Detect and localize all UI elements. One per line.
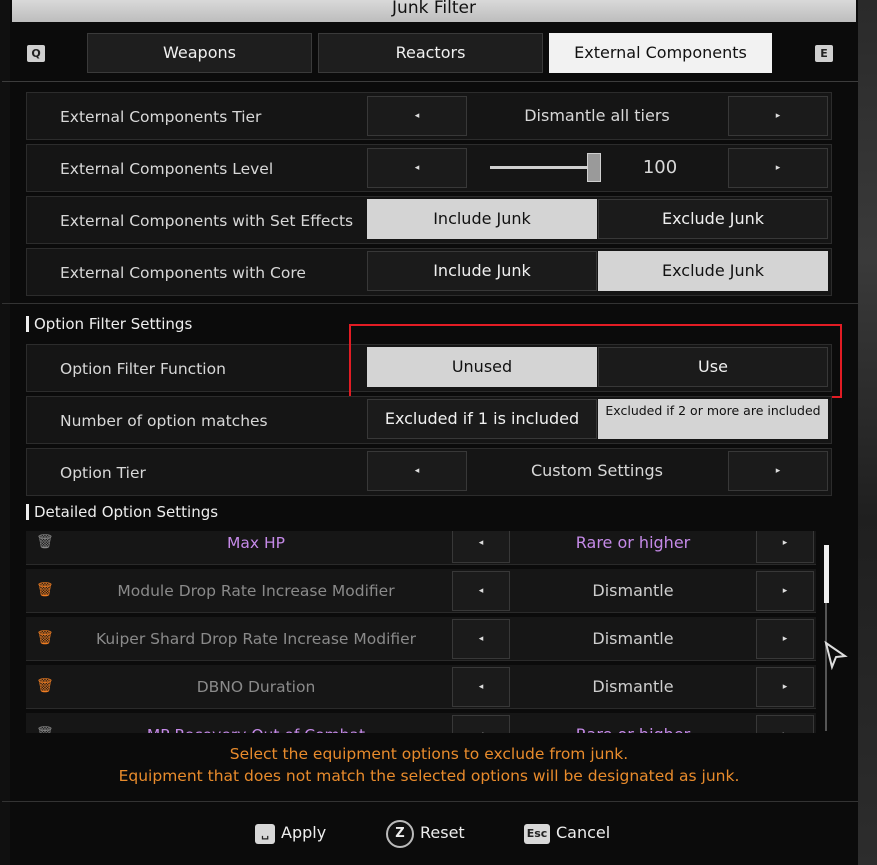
option-next-button[interactable]: ▸ — [756, 667, 814, 707]
arrow-right-icon: ▸ — [775, 163, 781, 173]
tab-reactors[interactable]: Reactors — [318, 33, 543, 73]
option-value: Rare or higher — [510, 713, 756, 733]
trash-disabled-icon[interactable]: 🗑 — [36, 725, 54, 733]
hint-line-1: Select the equipment options to exclude … — [229, 745, 629, 763]
tier-prev-button[interactable]: ◂ — [367, 96, 467, 136]
arrow-left-icon: ◂ — [414, 466, 420, 476]
trash-icon[interactable]: 🗑 — [36, 581, 54, 599]
background-left — [0, 0, 10, 865]
cancel-button[interactable]: Esc Cancel — [524, 818, 610, 848]
option-value: Dismantle — [592, 677, 674, 696]
level-label: External Components Level — [60, 160, 274, 178]
hint-line-2: Equipment that does not match the select… — [118, 767, 740, 785]
level-prev-button[interactable]: ◂ — [367, 148, 467, 188]
highlight-box — [349, 324, 842, 398]
option-value: Rare or higher — [575, 533, 691, 552]
tier-label: External Components Tier — [60, 108, 262, 126]
option-prev-button[interactable]: ◂ — [452, 531, 510, 563]
set-effects-exclude-button[interactable]: Exclude Junk — [598, 199, 828, 239]
option-value: Dismantle — [592, 629, 674, 648]
trash-disabled-icon[interactable]: 🗑 — [36, 533, 54, 551]
option-name: Max HP — [227, 534, 285, 552]
list-item[interactable]: 🗑 Max HP ◂ Rare or higher ▸ — [26, 531, 816, 565]
key-e-icon: E — [815, 45, 833, 62]
set-effects-include-button[interactable]: Include Junk — [367, 199, 597, 239]
trash-icon[interactable]: 🗑 — [36, 677, 54, 695]
option-prev-button[interactable]: ◂ — [452, 667, 510, 707]
tier-value: Dismantle all tiers — [524, 106, 670, 125]
tier-next-button[interactable]: ▸ — [728, 96, 828, 136]
core-label: External Components with Core — [60, 264, 306, 282]
detailed-section-title: Detailed Option Settings — [26, 504, 218, 520]
level-next-button[interactable]: ▸ — [728, 148, 828, 188]
option-filter-section-title: Option Filter Settings — [26, 316, 192, 332]
list-item[interactable]: 🗑 DBNO Duration ◂ Dismantle ▸ — [26, 665, 816, 709]
trash-icon[interactable]: 🗑 — [36, 629, 54, 647]
tab-external-components[interactable]: External Components — [549, 33, 772, 73]
key-q-icon: Q — [27, 45, 45, 62]
option-name: Module Drop Rate Increase Modifier — [117, 582, 395, 600]
option-tier-prev-button[interactable]: ◂ — [367, 451, 467, 491]
option-name: DBNO Duration — [196, 678, 316, 696]
section-divider — [2, 303, 858, 304]
reset-label: Reset — [420, 823, 465, 842]
arrow-right-icon: ▸ — [775, 111, 781, 121]
option-tier-next-button[interactable]: ▸ — [728, 451, 828, 491]
matches-one-button[interactable]: Excluded if 1 is included — [367, 399, 597, 439]
background-right — [858, 0, 877, 865]
option-prev-button[interactable]: ◂ — [452, 571, 510, 611]
set-effects-label: External Components with Set Effects — [60, 212, 354, 230]
arrow-left-icon: ◂ — [414, 111, 420, 121]
option-prev-button[interactable]: ◂ — [452, 715, 510, 733]
z-key-icon: Z — [386, 819, 414, 848]
option-next-button[interactable]: ▸ — [756, 571, 814, 611]
option-tier-value: Custom Settings — [530, 461, 663, 480]
option-prev-button[interactable]: ◂ — [452, 619, 510, 659]
level-slider-track[interactable] — [490, 166, 590, 169]
list-item[interactable]: 🗑 Kuiper Shard Drop Rate Increase Modifi… — [26, 617, 816, 661]
list-item[interactable]: 🗑 MP Recovery Out of Combat ◂ Rare or hi… — [26, 713, 816, 733]
arrow-right-icon: ▸ — [775, 466, 781, 476]
option-name: Kuiper Shard Drop Rate Increase Modifier — [95, 630, 417, 648]
esc-key-icon: Esc — [524, 823, 550, 844]
footer-divider — [2, 801, 858, 802]
detailed-option-list[interactable]: 🗑 Max HP ◂ Rare or higher ▸ 🗑 Module Dro… — [26, 531, 822, 733]
cancel-label: Cancel — [556, 823, 611, 842]
mouse-cursor-icon — [824, 640, 848, 670]
option-name: MP Recovery Out of Combat — [66, 713, 446, 733]
space-key-icon: ␣ — [255, 823, 275, 844]
option-next-button[interactable]: ▸ — [756, 619, 814, 659]
option-function-label: Option Filter Function — [60, 360, 226, 378]
scrollbar-thumb[interactable] — [824, 545, 829, 603]
option-next-button[interactable]: ▸ — [756, 715, 814, 733]
core-exclude-button[interactable]: Exclude Junk — [598, 251, 828, 291]
apply-label: Apply — [281, 823, 327, 842]
level-slider-handle[interactable] — [587, 153, 601, 182]
arrow-left-icon: ◂ — [414, 163, 420, 173]
matches-two-button[interactable]: Excluded if 2 or more are included — [598, 399, 828, 439]
panel-title: Junk Filter — [12, 0, 856, 22]
apply-button[interactable]: ␣ Apply — [255, 818, 326, 848]
reset-button[interactable]: Z Reset — [386, 818, 465, 848]
option-matches-label: Number of option matches — [60, 412, 268, 430]
tabs-divider — [2, 81, 858, 82]
level-value: 100 — [642, 157, 678, 178]
tab-weapons[interactable]: Weapons — [87, 33, 312, 73]
list-item[interactable]: 🗑 Module Drop Rate Increase Modifier ◂ D… — [26, 569, 816, 613]
core-include-button[interactable]: Include Junk — [367, 251, 597, 291]
option-value: Dismantle — [592, 581, 674, 600]
option-next-button[interactable]: ▸ — [756, 531, 814, 563]
option-tier-label: Option Tier — [60, 464, 146, 482]
